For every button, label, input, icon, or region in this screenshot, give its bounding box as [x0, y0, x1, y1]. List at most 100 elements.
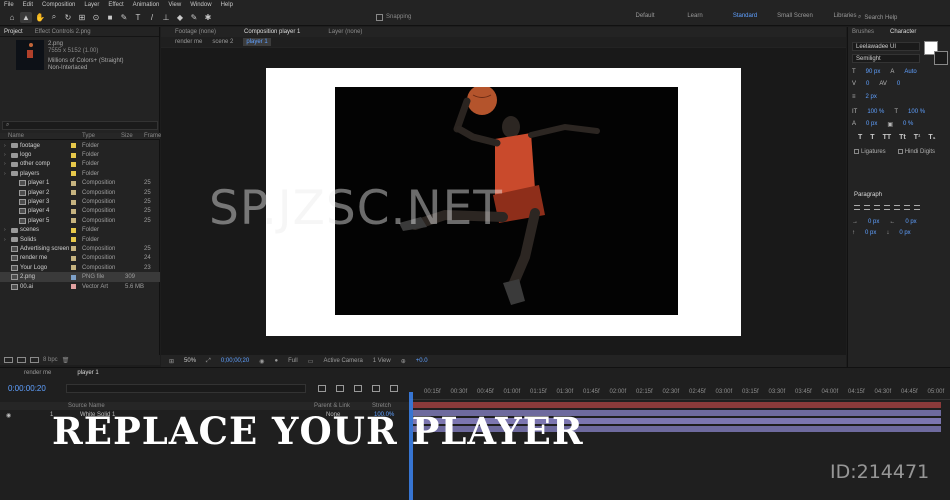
- workspace-small-screen[interactable]: Small Screen: [770, 13, 820, 19]
- paragraph-panel-title[interactable]: Paragraph: [854, 192, 882, 198]
- stroke-color-swatch[interactable]: [934, 51, 948, 65]
- font-style-dropdown[interactable]: Semilight: [852, 54, 920, 63]
- tab-character[interactable]: Character: [890, 29, 916, 35]
- column-name[interactable]: Name: [8, 133, 24, 139]
- brush-tool-icon[interactable]: /: [146, 12, 158, 23]
- menu-item-animation[interactable]: Animation: [133, 2, 160, 8]
- expand-arrow-icon[interactable]: ›: [4, 161, 9, 167]
- expand-arrow-icon[interactable]: ›: [4, 227, 9, 233]
- label-color-swatch[interactable]: [71, 161, 76, 167]
- rectangle-tool-icon[interactable]: ■: [104, 12, 116, 23]
- crumb-render-me[interactable]: render me: [175, 39, 202, 45]
- expand-arrow-icon[interactable]: ›: [4, 143, 9, 149]
- label-color-swatch[interactable]: [71, 180, 76, 186]
- project-item[interactable]: render me Composition 24: [0, 254, 160, 263]
- justify-center-icon[interactable]: [894, 205, 900, 210]
- camera-dropdown[interactable]: Active Camera: [323, 358, 362, 364]
- label-color-swatch[interactable]: [71, 218, 76, 224]
- project-item[interactable]: Advertising screen Composition 25: [0, 244, 160, 253]
- workspace-standard[interactable]: Standard: [720, 13, 770, 19]
- pan-behind-tool-icon[interactable]: ⊙: [90, 12, 102, 23]
- label-color-swatch[interactable]: [71, 152, 76, 158]
- visibility-eye-icon[interactable]: ◉: [6, 412, 11, 419]
- align-center-icon[interactable]: [864, 205, 870, 210]
- label-color-swatch[interactable]: [71, 284, 76, 290]
- align-right-icon[interactable]: [874, 205, 880, 210]
- hindi-digits-checkbox[interactable]: Hindi Digits: [897, 149, 935, 155]
- project-search-input[interactable]: ⌕: [2, 121, 158, 130]
- column-size[interactable]: Size: [121, 133, 133, 139]
- project-item[interactable]: player 5 Composition 25: [0, 216, 160, 225]
- label-color-swatch[interactable]: [71, 208, 76, 214]
- clone-stamp-tool-icon[interactable]: ⊥: [160, 12, 172, 23]
- expand-arrow-icon[interactable]: ›: [4, 171, 9, 177]
- kerning-value[interactable]: 0: [866, 81, 869, 87]
- label-color-swatch[interactable]: [71, 237, 76, 243]
- menu-item-view[interactable]: View: [168, 2, 181, 8]
- resolution-dropdown[interactable]: Full: [288, 358, 298, 364]
- crumb-scene-2[interactable]: scene 2: [212, 39, 233, 45]
- menu-item-window[interactable]: Window: [190, 2, 211, 8]
- label-color-swatch[interactable]: [71, 199, 76, 205]
- camera-tool-icon[interactable]: ⊞: [76, 12, 88, 23]
- tracking-value[interactable]: 0: [897, 81, 900, 87]
- expand-arrow-icon[interactable]: ›: [4, 152, 9, 158]
- snapping-checkbox[interactable]: [376, 13, 383, 21]
- subscript-button[interactable]: T₁: [928, 134, 935, 141]
- small-caps-button[interactable]: Tt: [899, 134, 906, 141]
- tab-brushes[interactable]: Brushes: [852, 29, 874, 35]
- leading-value[interactable]: Auto: [904, 69, 916, 75]
- project-item[interactable]: player 4 Composition 25: [0, 207, 160, 216]
- project-item[interactable]: 00.ai Vector Art 5.6 MB: [0, 282, 160, 291]
- interpret-footage-icon[interactable]: [4, 357, 13, 363]
- project-item[interactable]: › footage Folder: [0, 141, 160, 150]
- current-time[interactable]: 0:00:00:20: [8, 384, 46, 393]
- column-type[interactable]: Type: [82, 133, 95, 139]
- horizontal-scale-value[interactable]: 100 %: [908, 109, 925, 115]
- superscript-button[interactable]: T¹: [914, 134, 921, 141]
- label-color-swatch[interactable]: [71, 265, 76, 271]
- tab-layer[interactable]: Layer (none): [328, 29, 362, 35]
- tab-composition[interactable]: Composition player 1: [244, 29, 300, 35]
- label-color-swatch[interactable]: [71, 246, 76, 252]
- help-search[interactable]: ⌕ Search Help: [858, 12, 946, 23]
- comp-canvas[interactable]: SP.JZSC.NET: [161, 48, 846, 356]
- tab-effect-controls[interactable]: Effect Controls 2.png: [35, 29, 91, 35]
- justify-all-icon[interactable]: [914, 205, 920, 210]
- home-icon[interactable]: ⌂: [6, 12, 18, 23]
- 3d-icon[interactable]: ⊕: [401, 358, 406, 365]
- all-caps-button[interactable]: TT: [883, 134, 892, 141]
- font-family-dropdown[interactable]: Leelawadee UI: [852, 42, 920, 51]
- project-item[interactable]: Your Logo Composition 23: [0, 263, 160, 272]
- roto-brush-tool-icon[interactable]: ✎: [188, 12, 200, 23]
- faux-italic-button[interactable]: T: [870, 134, 874, 141]
- menu-item-effect[interactable]: Effect: [108, 2, 123, 8]
- pen-tool-icon[interactable]: ✎: [118, 12, 130, 23]
- menu-item-layer[interactable]: Layer: [84, 2, 99, 8]
- snapshot-icon[interactable]: ◉: [259, 358, 264, 365]
- menu-item-composition[interactable]: Composition: [42, 2, 75, 8]
- label-color-swatch[interactable]: [71, 274, 76, 280]
- align-left-icon[interactable]: [854, 205, 860, 210]
- workspace-learn[interactable]: Learn: [670, 13, 720, 19]
- project-item[interactable]: › players Folder: [0, 169, 160, 178]
- ligatures-checkbox[interactable]: Ligatures: [854, 149, 886, 155]
- timeline-search-input[interactable]: [66, 384, 306, 393]
- project-item[interactable]: › other comp Folder: [0, 160, 160, 169]
- tab-render-me[interactable]: render me: [24, 370, 51, 376]
- project-item[interactable]: › Solids Folder: [0, 235, 160, 244]
- menu-item-help[interactable]: Help: [221, 2, 233, 8]
- workspace-default[interactable]: Default: [620, 13, 670, 19]
- label-color-swatch[interactable]: [71, 171, 76, 177]
- space-after-value[interactable]: 0 px: [899, 230, 910, 236]
- label-color-swatch[interactable]: [71, 190, 76, 196]
- grid-icon[interactable]: ⊞: [169, 358, 174, 365]
- label-color-swatch[interactable]: [71, 255, 76, 261]
- color-channel-icon[interactable]: ●: [274, 358, 278, 364]
- project-item[interactable]: › logo Folder: [0, 150, 160, 159]
- tab-player-1[interactable]: player 1: [77, 370, 98, 376]
- rotate-tool-icon[interactable]: ↻: [62, 12, 74, 23]
- bit-depth[interactable]: 8 bpc: [43, 357, 58, 363]
- draft-3d-icon[interactable]: [318, 385, 326, 392]
- project-item[interactable]: › scenes Folder: [0, 226, 160, 235]
